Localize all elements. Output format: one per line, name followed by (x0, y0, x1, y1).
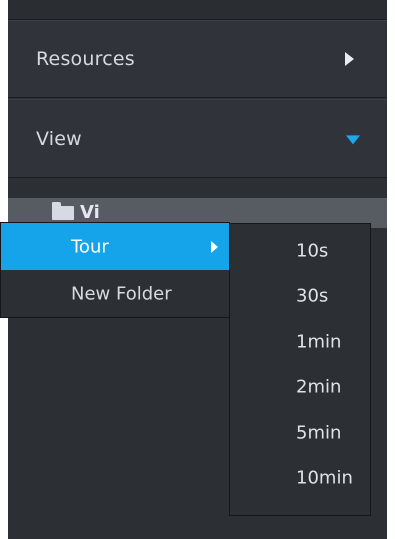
submenu-item-label: 10min (296, 467, 353, 489)
submenu-item-label: 1min (296, 331, 342, 353)
submenu-item-label: 30s (296, 285, 329, 307)
tour-interval-submenu: 10s 30s 1min 2min 5min 10min (229, 223, 371, 516)
section-label-view: View (36, 127, 82, 150)
section-label-resources: Resources (36, 48, 135, 70)
menu-item-label: New Folder (71, 283, 172, 304)
submenu-arrow-icon (211, 240, 218, 253)
submenu-item-5min[interactable]: 5min (230, 410, 370, 456)
chevron-right-icon[interactable] (345, 52, 354, 66)
section-header-resources[interactable]: Resources (8, 20, 387, 98)
submenu-item-2min[interactable]: 2min (230, 365, 370, 411)
tree-item-label: Vi (80, 202, 100, 223)
submenu-item-label: 5min (296, 422, 342, 444)
menu-item-label: Tour (71, 236, 109, 257)
submenu-item-label: 2min (296, 376, 342, 398)
submenu-item-10s[interactable]: 10s (230, 228, 370, 274)
chevron-down-icon[interactable] (346, 134, 360, 144)
submenu-item-30s[interactable]: 30s (230, 274, 370, 320)
panel-top-strip (8, 0, 387, 20)
submenu-item-1min[interactable]: 1min (230, 319, 370, 365)
context-menu: Tour New Folder (0, 222, 230, 318)
menu-item-tour[interactable]: Tour (1, 223, 229, 270)
submenu-item-label: 10s (296, 240, 329, 262)
section-header-view[interactable]: View (8, 99, 387, 178)
menu-item-new-folder[interactable]: New Folder (1, 270, 229, 317)
folder-icon (52, 202, 74, 220)
submenu-item-10min[interactable]: 10min (230, 456, 370, 502)
